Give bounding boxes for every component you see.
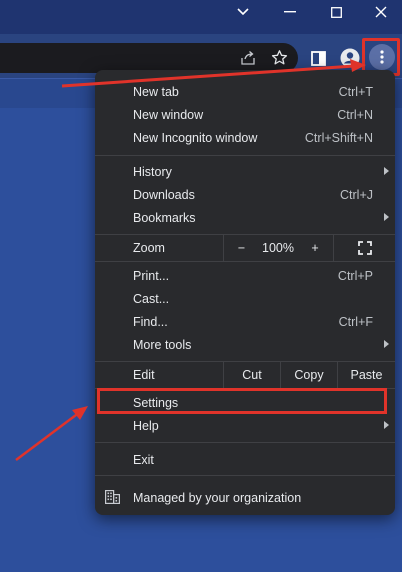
annotation-arrows xyxy=(15,59,366,461)
arrow-to-settings xyxy=(15,406,88,461)
arrow-to-menu-button xyxy=(61,59,366,88)
